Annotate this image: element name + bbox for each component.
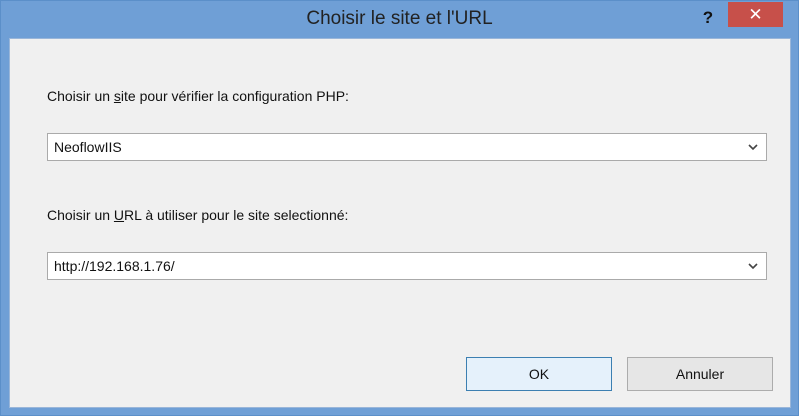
- close-icon: ✕: [748, 5, 763, 24]
- site-dropdown[interactable]: NeoflowIIS: [47, 133, 767, 161]
- site-dropdown-value: NeoflowIIS: [54, 139, 122, 155]
- ok-button[interactable]: OK: [466, 357, 612, 391]
- url-label: Choisir un URL à utiliser pour le site s…: [47, 207, 349, 223]
- url-dropdown-value: http://192.168.1.76/: [54, 258, 175, 274]
- chevron-down-icon[interactable]: [746, 138, 760, 156]
- dialog-window: Choisir le site et l'URL ? ✕ Choisir un …: [0, 0, 799, 416]
- site-label: Choisir un site pour vérifier la configu…: [47, 88, 349, 104]
- url-label-mnemonic: U: [113, 207, 125, 223]
- url-dropdown[interactable]: http://192.168.1.76/: [47, 252, 767, 280]
- dialog-content: Choisir un site pour vérifier la configu…: [9, 38, 791, 408]
- title-bar[interactable]: Choisir le site et l'URL ? ✕: [1, 1, 798, 38]
- dialog-title: Choisir le site et l'URL: [306, 8, 493, 29]
- site-label-mnemonic: s: [113, 88, 121, 104]
- chevron-down-icon[interactable]: [746, 257, 760, 275]
- close-button[interactable]: ✕: [728, 2, 783, 27]
- help-button[interactable]: ?: [694, 6, 722, 30]
- cancel-button[interactable]: Annuler: [627, 357, 773, 391]
